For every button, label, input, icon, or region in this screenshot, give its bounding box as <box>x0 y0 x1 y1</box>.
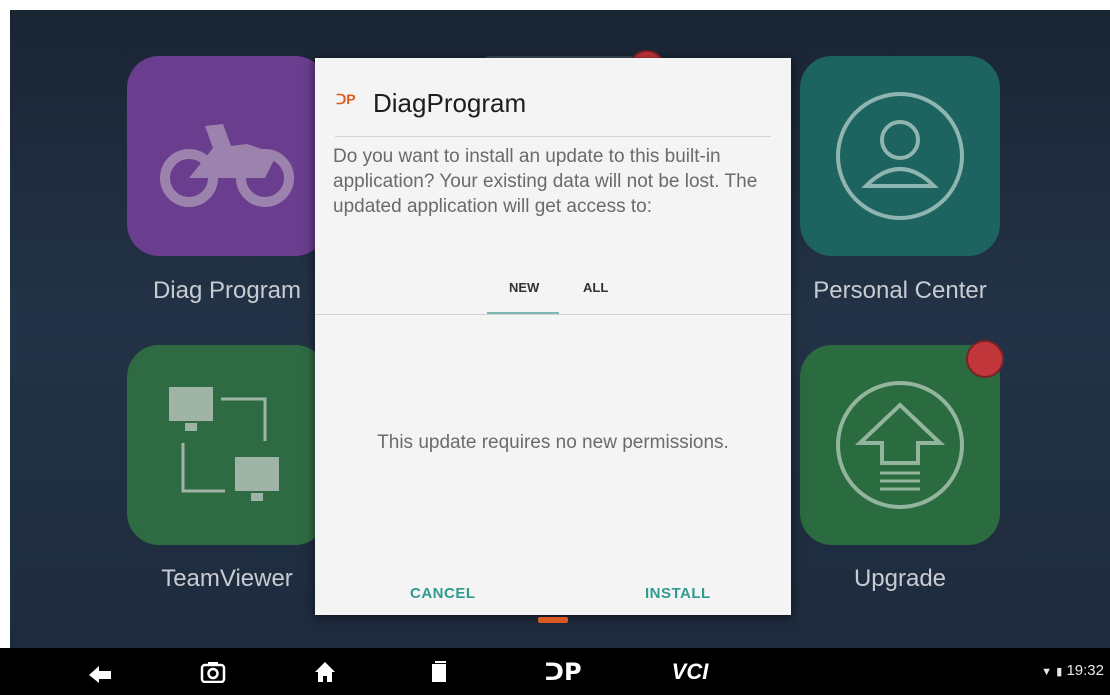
navigation-bar: ᑐP VCI ▼ ▮ 19:32 <box>0 648 1110 695</box>
dialog-title: DiagProgram <box>373 88 527 118</box>
wifi-icon: ▼ <box>1041 666 1053 678</box>
dock-handle <box>538 617 568 623</box>
screenshot-button[interactable] <box>188 648 238 695</box>
recent-apps-button[interactable] <box>414 648 464 695</box>
install-update-dialog: ᑐP DiagProgram Do you want to install an… <box>315 58 791 615</box>
teamviewer-label: TeamViewer <box>161 565 293 592</box>
tabs-divider <box>315 314 791 315</box>
clock: 19:32 <box>1066 662 1104 679</box>
cancel-button[interactable]: CANCEL <box>410 585 476 602</box>
home-icon <box>315 661 335 682</box>
diag-program-label: Diag Program <box>152 277 302 304</box>
personal-center-tile[interactable] <box>800 56 1000 256</box>
motorcycle-icon <box>160 124 294 207</box>
tab-new[interactable]: NEW <box>509 280 539 295</box>
permissions-message: This update requires no new permissions. <box>377 432 729 453</box>
upgrade-arrow-icon <box>836 381 964 509</box>
back-icon <box>89 665 111 683</box>
back-button[interactable] <box>75 648 125 695</box>
status-area: ▼ ▮ 19:32 <box>1041 662 1104 679</box>
teamviewer-tile[interactable] <box>127 345 327 545</box>
dp-logo-icon: ᑐP <box>544 657 582 686</box>
dp-logo-icon: ᑐP <box>336 91 356 107</box>
screenshot-icon <box>200 661 226 683</box>
upgrade-tile[interactable] <box>800 345 1000 545</box>
install-button[interactable]: INSTALL <box>645 585 711 602</box>
vci-button[interactable]: VCI <box>655 648 725 695</box>
upgrade-label: Upgrade <box>853 565 947 592</box>
dialog-message: Do you want to install an update to this… <box>333 146 758 217</box>
tab-all[interactable]: ALL <box>583 280 608 295</box>
diag-program-tile[interactable] <box>127 56 327 256</box>
vci-icon: VCI <box>671 658 709 684</box>
teamviewer-monitors-icon <box>169 387 279 501</box>
recent-apps-icon <box>432 660 446 682</box>
dp-app-button[interactable]: ᑐP <box>528 648 598 695</box>
upgrade-notification-badge <box>966 340 1004 378</box>
battery-icon: ▮ <box>1056 666 1063 678</box>
personal-center-label: Personal Center <box>813 277 987 304</box>
person-icon <box>836 92 964 220</box>
title-divider <box>335 136 771 137</box>
home-button[interactable] <box>300 648 350 695</box>
